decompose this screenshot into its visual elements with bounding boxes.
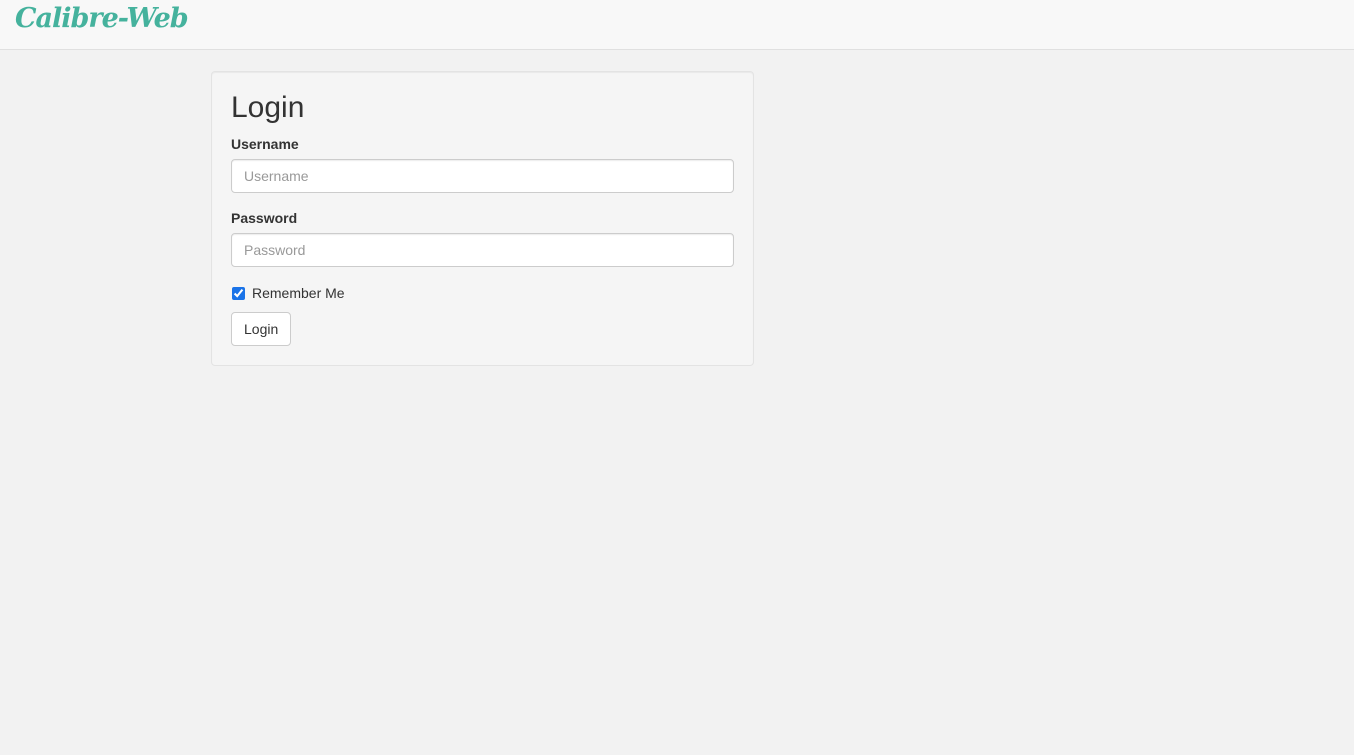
remember-me-checkbox[interactable] <box>232 286 245 300</box>
remember-me-control[interactable]: Remember Me <box>231 283 345 303</box>
brand-logo-link[interactable]: Calibre-Web <box>15 3 189 34</box>
password-input[interactable] <box>231 233 734 267</box>
username-input[interactable] <box>231 159 734 193</box>
page-title: Login <box>231 91 305 124</box>
login-panel: Login Username Password Remember Me Logi… <box>211 71 754 366</box>
remember-me-label: Remember Me <box>252 285 345 301</box>
top-navbar: Calibre-Web <box>0 0 1354 50</box>
login-button[interactable]: Login <box>231 312 292 346</box>
username-label: Username <box>231 136 299 152</box>
password-label: Password <box>231 210 298 226</box>
